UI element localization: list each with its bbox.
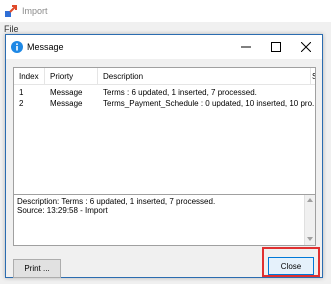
menu-file[interactable]: File	[4, 24, 19, 34]
row-index: 2	[19, 99, 24, 108]
close-icon	[301, 42, 311, 52]
minimize-button[interactable]	[231, 35, 261, 59]
message-details[interactable]: Description: Terms : 6 updated, 1 insert…	[13, 194, 316, 246]
row-description: Terms_Payment_Schedule : 0 updated, 10 i…	[103, 99, 316, 108]
row-description: Terms : 6 updated, 1 inserted, 7 process…	[103, 88, 257, 97]
column-index[interactable]: Index	[14, 68, 44, 84]
column-priority[interactable]: Priorty	[45, 68, 97, 84]
app-title: Import	[22, 6, 48, 16]
row-priority: Message	[50, 99, 83, 108]
minimize-icon	[241, 46, 251, 48]
dialog-title-bar[interactable]: Message	[6, 35, 322, 59]
maximize-icon	[271, 42, 281, 52]
parent-title-bar: Import	[0, 0, 331, 22]
message-dialog: Message Index Priorty Description S 1 Me…	[5, 34, 323, 278]
table-row[interactable]: 2 Message Terms_Payment_Schedule : 0 upd…	[14, 98, 316, 110]
info-icon	[11, 41, 23, 53]
close-button[interactable]: Close	[268, 257, 314, 275]
column-description[interactable]: Description	[98, 68, 310, 84]
detail-description: Description: Terms : 6 updated, 1 insert…	[17, 197, 216, 206]
row-index: 1	[19, 88, 24, 97]
scroll-down-icon[interactable]	[305, 234, 315, 245]
detail-source: Source: 13:29:58 - Import	[17, 206, 108, 215]
close-window-button[interactable]	[291, 35, 321, 59]
vertical-scrollbar[interactable]	[304, 195, 315, 245]
print-button[interactable]: Print ...	[13, 259, 61, 278]
list-header: Index Priorty Description S	[14, 68, 315, 85]
import-app-icon	[4, 4, 18, 18]
row-priority: Message	[50, 88, 83, 97]
scroll-up-icon[interactable]	[305, 195, 315, 206]
maximize-button[interactable]	[261, 35, 291, 59]
column-source[interactable]: S	[311, 68, 315, 84]
dialog-title: Message	[27, 42, 64, 52]
